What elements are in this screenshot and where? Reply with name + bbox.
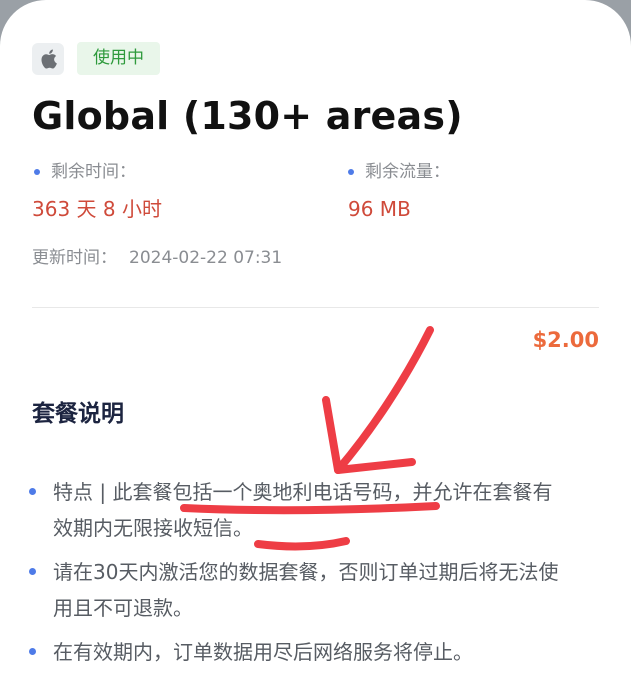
remaining-time-label: 剩余时间：	[51, 162, 136, 182]
plan-card: 使用中 Global (130+ areas) 剩余时间： 363 天 8 小时…	[0, 0, 631, 700]
description-heading: 套餐说明	[32, 401, 124, 427]
remaining-data-block: 剩余流量： 96 MB	[348, 160, 450, 222]
remaining-data-label-row: 剩余流量：	[348, 160, 450, 184]
remaining-time-value: 363 天 8 小时	[32, 197, 162, 221]
list-item: 特点 | 此套餐包括一个奥地利电话号码，并允许在套餐有效期内无限接收短信。	[29, 474, 572, 546]
plan-title: Global (130+ areas)	[32, 94, 463, 138]
bullet-dot-icon	[34, 169, 40, 175]
remaining-time-block: 剩余时间： 363 天 8 小时	[32, 160, 162, 222]
apple-icon	[32, 42, 64, 75]
remaining-data-label: 剩余流量：	[365, 162, 450, 182]
plan-header-row: 使用中	[32, 42, 160, 75]
bullet-dot-icon	[348, 169, 354, 175]
status-badge: 使用中	[77, 42, 160, 75]
remaining-time-label-row: 剩余时间：	[34, 160, 162, 184]
plan-price: $2.00	[532, 328, 599, 352]
update-time-row: 更新时间： 2024-02-22 07:31	[32, 246, 282, 270]
description-list: 特点 | 此套餐包括一个奥地利电话号码，并允许在套餐有效期内无限接收短信。 请在…	[29, 474, 572, 678]
list-item: 请在30天内激活您的数据套餐，否则订单过期后将无法使用且不可退款。	[29, 554, 572, 626]
update-time-label: 更新时间：	[32, 248, 117, 268]
divider	[32, 307, 599, 308]
remaining-data-value: 96 MB	[348, 197, 411, 221]
list-item: 在有效期内，订单数据用尽后网络服务将停止。	[29, 634, 572, 670]
update-time-value: 2024-02-22 07:31	[129, 248, 283, 268]
